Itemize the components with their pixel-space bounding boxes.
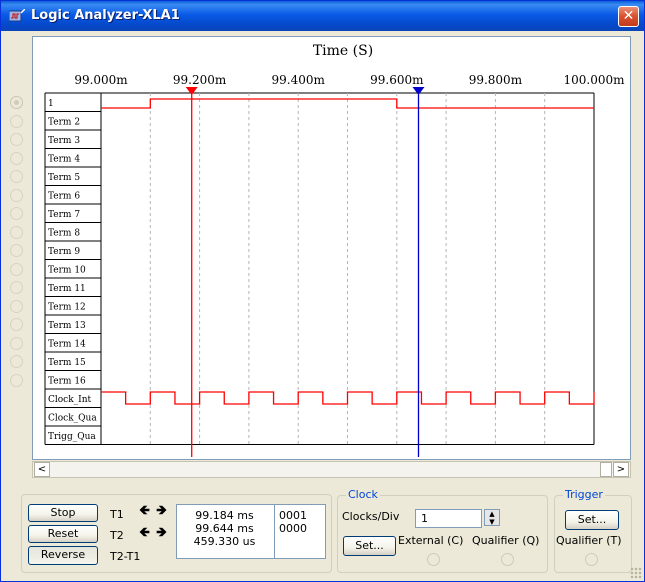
cursor-time-readout: 99.184 ms 99.644 ms 459.330 us: [176, 504, 275, 559]
channel-indicator-led: [10, 244, 23, 257]
close-button[interactable]: ✕: [618, 6, 639, 27]
time-tick-label: 100.000m: [563, 73, 625, 87]
channel-indicator-led: [10, 336, 23, 350]
t2-right-arrow-icon[interactable]: 🡺: [154, 526, 169, 541]
channel-label: Term 2: [48, 118, 80, 128]
time-tick-label: 99.000m: [74, 73, 128, 87]
clocks-div-input[interactable]: 1: [415, 509, 482, 528]
t2-label: T2: [110, 529, 124, 542]
channel-indicator-led: [10, 225, 23, 239]
channel-indicator-led: [10, 188, 23, 202]
reverse-button[interactable]: Reverse: [28, 546, 98, 565]
trigger-qualifier-terminal[interactable]: [585, 553, 598, 566]
channel-indicator-led: [10, 373, 23, 387]
channel-indicator-led: [10, 262, 23, 276]
channel-indicator-led: [10, 299, 23, 313]
time-axis-title: Time (S): [313, 43, 373, 59]
external-terminal[interactable]: [427, 553, 440, 566]
clock-group-title: Clock: [346, 488, 380, 501]
channel-indicator-led: [10, 355, 23, 368]
time-tick-label: 99.600m: [370, 73, 424, 87]
channel-indicator-led: [10, 133, 23, 146]
clocks-div-label: Clocks/Div: [342, 510, 400, 523]
scroll-left-icon: <: [37, 464, 47, 475]
t2-hex-value: 0000: [279, 522, 307, 535]
channel-indicator-led: [10, 151, 23, 165]
clock-qualifier-terminal[interactable]: [501, 553, 514, 566]
channel-label: Term 6: [48, 192, 80, 202]
t1-hex-value: 0001: [279, 509, 307, 522]
channel-indicator-led: [10, 318, 23, 331]
clock-set-button[interactable]: Set...: [343, 536, 396, 556]
channel-label: 1: [48, 99, 54, 109]
channel-indicator-led: [10, 96, 23, 109]
scroll-right-button[interactable]: >: [613, 462, 629, 477]
channel-label: Term 5: [48, 173, 80, 183]
t1-label: T1: [110, 508, 124, 521]
external-label: External (C): [398, 534, 464, 547]
t1-right-arrow-icon[interactable]: 🡺: [154, 504, 169, 519]
channel-label: Term 10: [48, 266, 86, 276]
scroll-left-button[interactable]: <: [34, 462, 50, 477]
channel-label: Clock_Int: [48, 395, 92, 405]
channel-label: Term 3: [48, 136, 80, 146]
time-tick-label: 99.200m: [173, 73, 227, 87]
channel-label: Term 13: [48, 321, 86, 331]
clocks-div-spinner[interactable]: ▲ ▼: [484, 509, 500, 526]
clock-qualifier-label: Qualifier (Q): [472, 534, 540, 547]
trigger-set-button[interactable]: Set...: [565, 510, 619, 530]
channel-indicator-led: [10, 114, 23, 128]
scroll-right-icon: >: [616, 464, 626, 475]
channel-label: Trigg_Qua: [48, 432, 96, 442]
horizontal-scrollbar[interactable]: < >: [32, 461, 631, 478]
resize-grip-icon[interactable]: [630, 567, 642, 579]
channel-label: Term 12: [48, 303, 86, 313]
channel-label: Term 16: [48, 377, 86, 387]
time-tick-label: 99.400m: [272, 73, 326, 87]
channel-label: Term 11: [48, 284, 86, 294]
window-title: Logic Analyzer-XLA1: [31, 8, 180, 23]
t1-time-value: 99.184 ms: [195, 509, 254, 522]
waveform-plot: Time (S) 99.000m 99.200m 99.400m 99.600m 99.…: [44, 43, 625, 457]
cursor-t2-handle-icon[interactable]: [412, 87, 425, 95]
channel-label: Term 15: [48, 358, 86, 368]
t2-left-arrow-icon[interactable]: 🡸: [137, 526, 152, 541]
t1-left-arrow-icon[interactable]: 🡸: [137, 504, 152, 519]
waveform-display[interactable]: Time (S) 99.000m 99.200m 99.400m 99.600m 99.…: [32, 36, 631, 460]
trigger-qualifier-label: Qualifier (T): [556, 534, 622, 547]
channel-label: Term 4: [48, 155, 80, 165]
trace-clock-int: [101, 391, 595, 405]
reset-button[interactable]: Reset: [28, 525, 98, 543]
title-bar[interactable]: Logic Analyzer-XLA1 ✕: [1, 1, 644, 31]
stop-button[interactable]: Stop: [28, 504, 98, 522]
channel-indicator-led: [10, 170, 23, 183]
t2-time-value: 99.644 ms: [195, 522, 254, 535]
channel-indicator-led: [10, 281, 23, 294]
channel-indicator-led: [10, 207, 23, 220]
logic-analyzer-icon: [9, 9, 25, 22]
trigger-group-title: Trigger: [563, 488, 605, 501]
cursor-t1-handle-icon[interactable]: [185, 87, 198, 95]
scroll-thumb[interactable]: [600, 462, 612, 477]
channel-label: Term 14: [48, 340, 86, 350]
close-icon: ✕: [622, 8, 635, 24]
channel-label: Term 8: [48, 229, 80, 239]
channel-label: Term 7: [48, 210, 80, 220]
logic-analyzer-window: Logic Analyzer-XLA1 ✕ Time (S) 99.000m 99…: [0, 0, 645, 582]
channel-label: Term 9: [48, 247, 80, 257]
time-tick-label: 99.800m: [469, 73, 523, 87]
cursor-hex-readout: 0001 0000: [274, 504, 326, 559]
t2-t1-label: T2-T1: [110, 550, 141, 563]
channel-label: Clock_Qua: [48, 414, 97, 424]
t2-t1-time-value: 459.330 us: [193, 535, 256, 548]
